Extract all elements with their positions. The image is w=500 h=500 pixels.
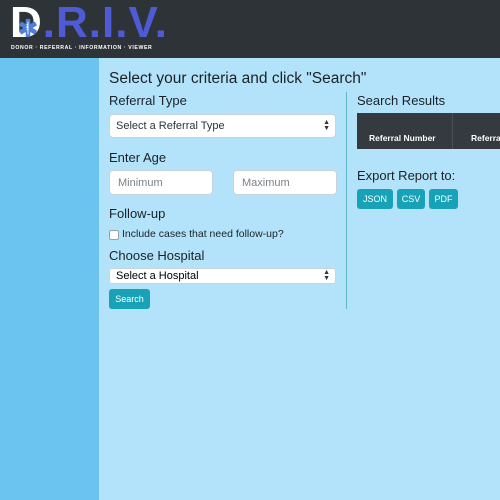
- followup-label: Follow-up: [109, 206, 166, 221]
- followup-checkbox-label: Include cases that need follow-up?: [122, 228, 284, 240]
- column-header-referral-number[interactable]: Referral Number: [369, 133, 436, 143]
- column-header-referral[interactable]: Referra: [471, 133, 500, 143]
- export-csv-button[interactable]: CSV: [397, 189, 425, 209]
- select-arrows-icon: ▲ ▼: [323, 119, 330, 132]
- age-maximum-input[interactable]: Maximum: [233, 170, 337, 195]
- referral-type-label: Referral Type: [109, 93, 187, 108]
- hospital-label: Choose Hospital: [109, 248, 205, 263]
- export-title: Export Report to:: [357, 168, 456, 183]
- column-divider: [346, 92, 347, 309]
- driv-logo[interactable]: D.R.I.V. DONOR · REFERRAL · INFORMATION …: [10, 0, 167, 56]
- followup-checkbox[interactable]: [109, 230, 119, 240]
- age-minimum-input[interactable]: Minimum: [109, 170, 213, 195]
- logo-letters-riv: .R.I.V.: [42, 0, 168, 47]
- referral-type-select[interactable]: Select a Referral Type ▲ ▼: [109, 114, 336, 138]
- hospital-selected-value: Select a Hospital: [116, 270, 199, 282]
- age-label: Enter Age: [109, 150, 167, 165]
- logo-tagline: DONOR · REFERRAL · INFORMATION · VIEWER: [11, 45, 153, 51]
- page-title: Select your criteria and click "Search": [109, 70, 367, 87]
- export-json-button[interactable]: JSON: [357, 189, 393, 209]
- results-table-header: [357, 113, 500, 149]
- select-arrows-icon: ▲ ▼: [323, 269, 330, 282]
- star-of-life-icon: [19, 18, 37, 38]
- referral-type-selected-value: Select a Referral Type: [116, 120, 225, 132]
- search-button[interactable]: Search: [109, 289, 150, 309]
- main-content: Select your criteria and click "Search" …: [99, 58, 500, 500]
- hospital-select[interactable]: Select a Hospital ▲ ▼: [109, 268, 336, 284]
- table-header-separator: [452, 113, 453, 149]
- top-navbar: D.R.I.V. DONOR · REFERRAL · INFORMATION …: [0, 0, 500, 58]
- search-results-title: Search Results: [357, 93, 446, 108]
- export-pdf-button[interactable]: PDF: [429, 189, 458, 209]
- sidebar: [0, 58, 99, 500]
